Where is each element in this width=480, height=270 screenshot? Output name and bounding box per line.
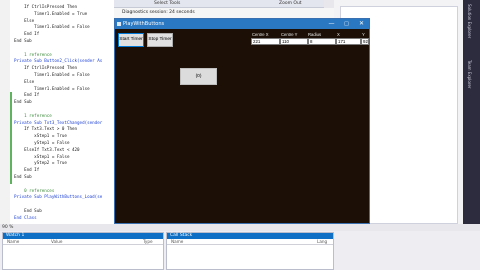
code-line[interactable]: yStep1 = False bbox=[14, 140, 69, 146]
code-line[interactable]: Timer1.Enabled = True bbox=[14, 11, 87, 17]
x-field[interactable]: 171 bbox=[336, 38, 361, 45]
code-line[interactable]: End Sub bbox=[14, 99, 32, 105]
radius-label: Radius bbox=[308, 32, 322, 37]
app-icon bbox=[117, 22, 121, 26]
code-line[interactable]: Else bbox=[14, 18, 34, 24]
call-stack-columns: Name Lang bbox=[167, 239, 333, 245]
code-line[interactable]: 1 reference bbox=[14, 52, 52, 58]
centre-y-field[interactable]: 110 bbox=[280, 38, 308, 45]
start-timer-button[interactable]: Start Timer bbox=[118, 33, 144, 47]
code-line[interactable]: xStep1 = True bbox=[14, 133, 67, 139]
editor-gutter bbox=[0, 0, 10, 224]
radius-field[interactable]: 8 bbox=[308, 38, 336, 45]
tab-solution-explorer[interactable]: Solution Explorer bbox=[467, 4, 472, 38]
centre-x-field[interactable]: 221 bbox=[251, 38, 280, 45]
watch-columns: Name Value Type bbox=[3, 239, 163, 245]
code-line[interactable]: Timer1.Enabled = False bbox=[14, 24, 89, 30]
code-line[interactable]: End Class bbox=[14, 215, 37, 221]
editor-zoom[interactable]: 90 % bbox=[0, 224, 114, 231]
zoom-out-button[interactable]: Zoom Out bbox=[279, 0, 302, 8]
code-line[interactable]: End If bbox=[14, 167, 39, 173]
select-tools-button[interactable]: Select Tools bbox=[154, 0, 180, 8]
watch-panel[interactable]: Watch 1 Name Value Type bbox=[2, 232, 164, 270]
diagnostics-session-label: Diagnostics session: 24 seconds bbox=[114, 8, 334, 18]
maximize-icon[interactable]: □ bbox=[339, 19, 354, 29]
col-type[interactable]: Type bbox=[143, 239, 153, 245]
code-line[interactable]: Private Sub PlayWithButtons_Load(se bbox=[14, 194, 102, 200]
code-line[interactable]: ElseIf Txt3.Text < 420 bbox=[14, 147, 79, 153]
col-name[interactable]: Name bbox=[171, 239, 183, 245]
col-name[interactable]: Name bbox=[7, 239, 19, 245]
diagnostics-toolbar: Select Tools Zoom Out bbox=[114, 0, 324, 8]
code-line[interactable]: 1 reference bbox=[14, 113, 52, 119]
centre-y-label: Centre Y bbox=[281, 32, 298, 37]
code-line[interactable]: End Sub bbox=[14, 208, 42, 214]
code-line[interactable]: Timer1.Enabled = False bbox=[14, 72, 89, 78]
col-lang[interactable]: Lang bbox=[317, 239, 327, 245]
code-line[interactable]: 0 references bbox=[14, 188, 54, 194]
right-dock-tabs: Solution Explorer Team Explorer bbox=[463, 0, 480, 224]
code-line[interactable]: Timer1.Enabled = False bbox=[14, 86, 89, 92]
zoom-level: 90 % bbox=[2, 225, 14, 230]
code-line[interactable]: Private Sub Button2_Click(sender As bbox=[14, 58, 102, 64]
close-icon[interactable]: ✕ bbox=[354, 19, 369, 29]
y-field[interactable]: 92 bbox=[361, 38, 369, 45]
minimize-icon[interactable]: — bbox=[324, 19, 339, 29]
code-line[interactable]: yStep2 = True bbox=[14, 160, 67, 166]
code-editor[interactable]: If CtrlIsPressed Then Timer1.Enabled = T… bbox=[0, 0, 114, 224]
code-line[interactable]: End If bbox=[14, 92, 39, 98]
code-line[interactable]: xStep1 = False bbox=[14, 154, 69, 160]
code-line[interactable]: Else bbox=[14, 79, 34, 85]
centre-x-label: Centre X bbox=[252, 32, 269, 37]
stop-timer-button[interactable]: Stop Timer bbox=[147, 33, 173, 47]
col-value[interactable]: Value bbox=[51, 239, 63, 245]
code-line[interactable]: If CtrlIsPressed Then bbox=[14, 65, 77, 71]
x-label: X bbox=[337, 32, 340, 37]
change-indicator bbox=[10, 92, 12, 184]
code-line[interactable]: End Sub bbox=[14, 38, 32, 44]
tab-team-explorer[interactable]: Team Explorer bbox=[467, 60, 472, 89]
y-label: Y bbox=[362, 32, 365, 37]
play-with-buttons-window[interactable]: PlayWithButtons — □ ✕ Start Timer Stop T… bbox=[114, 18, 370, 224]
code-line[interactable]: If Txt3.Text > 0 Then bbox=[14, 126, 77, 132]
code-line[interactable]: If CtrlIsPressed Then bbox=[14, 4, 77, 10]
moving-ball-button[interactable]: (0) bbox=[180, 68, 217, 85]
code-line[interactable]: End Sub bbox=[14, 174, 32, 180]
call-stack-panel[interactable]: Call Stack Name Lang bbox=[166, 232, 334, 270]
window-titlebar[interactable]: PlayWithButtons — □ ✕ bbox=[115, 19, 369, 29]
code-line[interactable]: End If bbox=[14, 31, 39, 37]
code-line[interactable]: Private Sub Txt3_TextChanged(sender bbox=[14, 120, 102, 126]
window-title: PlayWithButtons bbox=[123, 21, 165, 27]
